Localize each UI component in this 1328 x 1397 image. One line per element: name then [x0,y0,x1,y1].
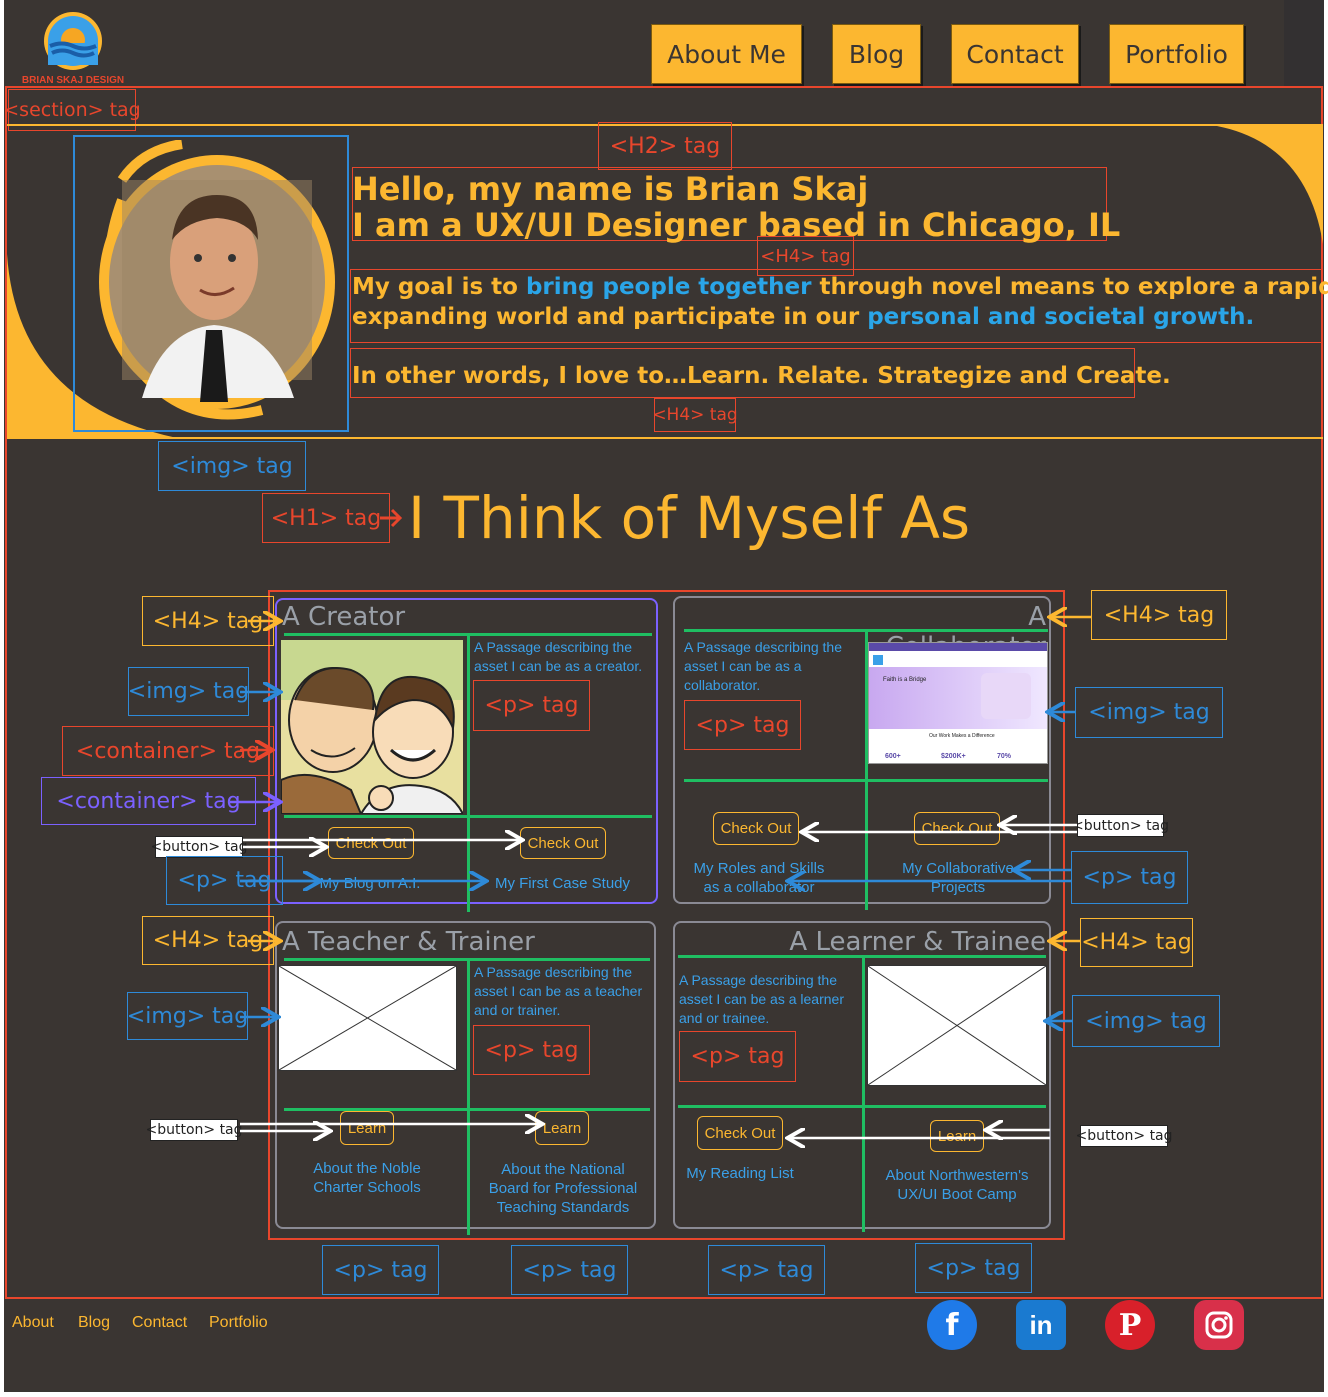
footer-blog-link[interactable]: Blog [78,1314,110,1332]
instagram-icon[interactable] [1194,1300,1244,1350]
camera-glyph-icon [1205,1311,1233,1339]
footer-portfolio-link[interactable]: Portfolio [209,1314,268,1332]
facebook-icon[interactable]: f [927,1300,977,1350]
footer-contact-link[interactable]: Contact [132,1314,187,1332]
pinterest-icon[interactable]: P [1105,1300,1155,1350]
annotation-arrows [230,0,1091,1397]
footer-about-link[interactable]: About [12,1314,54,1332]
linkedin-icon[interactable]: in [1016,1300,1066,1350]
